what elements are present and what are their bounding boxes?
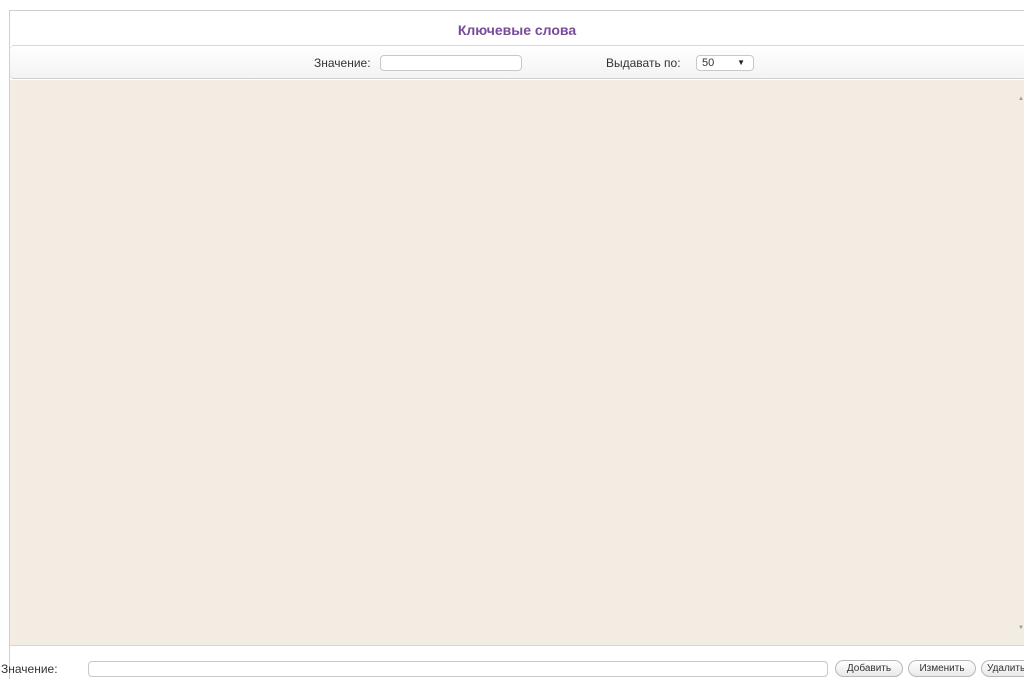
- page-size-label: Выдавать по:: [606, 56, 681, 70]
- filter-value-input[interactable]: [380, 55, 522, 71]
- edit-value-label: Значение:: [1, 662, 58, 676]
- chevron-down-icon: ▼: [737, 58, 745, 67]
- edit-value-input[interactable]: [88, 661, 828, 677]
- edit-toolbar: Значение: Добавить Изменить Удалить: [1, 659, 1024, 679]
- page-size-value: 50: [702, 57, 715, 69]
- page-title: Ключевые слова: [457, 22, 577, 38]
- scroll-up-icon[interactable]: ▲: [1018, 96, 1024, 102]
- delete-button[interactable]: Удалить: [981, 660, 1024, 677]
- scroll-down-icon[interactable]: ▼: [1018, 625, 1024, 631]
- keywords-panel: Ключевые слова Значение: Выдавать по: 50…: [1, 10, 1024, 679]
- edit-button[interactable]: Изменить: [908, 660, 976, 677]
- filter-value-label: Значение:: [314, 56, 371, 70]
- results-list[interactable]: ▲ ▼: [10, 80, 1024, 646]
- filter-toolbar: Значение: Выдавать по: 50 ▼: [10, 45, 1024, 79]
- page-size-select[interactable]: 50 ▼: [696, 55, 754, 71]
- add-button[interactable]: Добавить: [835, 660, 903, 677]
